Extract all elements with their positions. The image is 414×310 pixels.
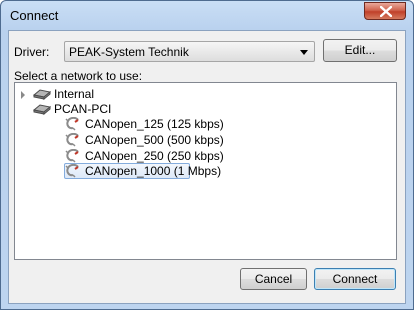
tree-node-label: CANopen_500 (500 kbps) [85,133,224,147]
network-label: Select a network to use: [14,69,143,83]
title-bar[interactable]: Connect [1,1,413,29]
close-icon [380,6,392,17]
tree-node-canopen-125[interactable]: CANopen_125 (125 kbps) [63,116,263,133]
dropdown-arrow-icon [300,50,308,55]
window-title: Connect [10,8,59,23]
device-icon [33,104,51,116]
expand-icon[interactable] [21,91,25,99]
tree-node-canopen-500[interactable]: CANopen_500 (500 kbps) [63,132,263,149]
driver-dropdown[interactable]: PEAK-System Technik [64,41,315,62]
connection-icon [65,133,79,147]
tree-node-label: CANopen_1000 (1 Mbps) [85,164,222,178]
cancel-button[interactable]: Cancel [240,268,307,290]
tree-node-canopen-1000[interactable]: CANopen_1000 (1 Mbps) [63,163,263,180]
connection-icon [65,149,79,163]
close-button[interactable] [364,2,406,20]
connection-icon [65,117,79,131]
tree-node-label: CANopen_125 (125 kbps) [85,117,224,131]
driver-label: Driver: [14,45,50,59]
connect-button[interactable]: Connect [314,268,396,290]
edit-button[interactable]: Edit... [323,39,397,62]
connection-icon [65,164,79,178]
device-icon [33,89,51,101]
driver-selected-value: PEAK-System Technik [69,45,189,59]
network-tree[interactable]: Internal PCAN-PCI CANopen_125 (125 kbps) [14,82,397,260]
